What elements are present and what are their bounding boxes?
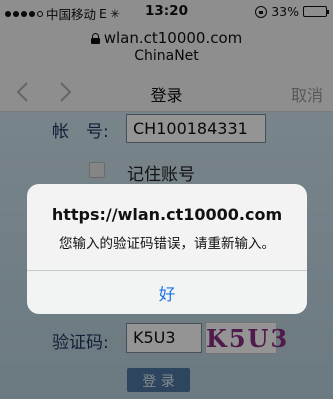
alert-message: 您输入的验证码错误，请重新输入。 — [59, 236, 275, 252]
alert-dialog: https://wlan.ct10000.com 您输入的验证码错误，请重新输入… — [27, 184, 307, 314]
alert-ok-button[interactable]: 好 — [27, 271, 307, 314]
alert-title: https://wlan.ct10000.com — [51, 205, 283, 224]
